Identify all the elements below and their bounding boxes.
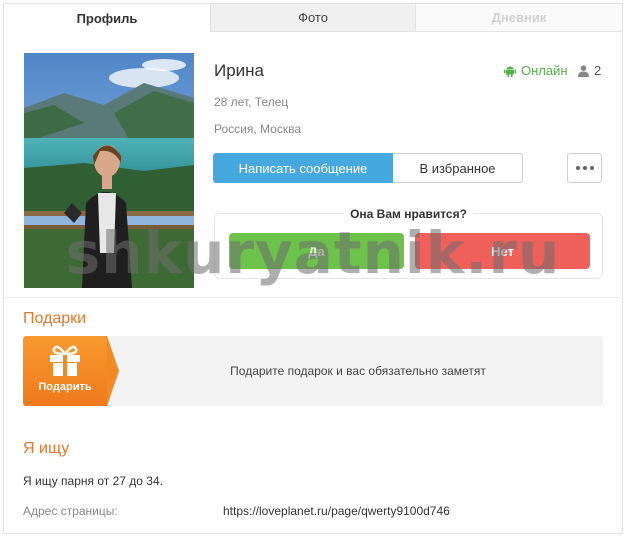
like-no-button[interactable]: Нет	[415, 233, 590, 269]
give-gift-button[interactable]: Подарить	[23, 336, 107, 406]
tab-bar: Профиль Фото Дневник	[4, 4, 622, 32]
looking-for-heading: Я ищу	[23, 440, 70, 457]
more-dots-icon	[575, 166, 594, 170]
like-widget: Она Вам нравится? Да Нет	[214, 207, 603, 279]
gift-icon	[50, 345, 80, 376]
tab-profile[interactable]: Профиль	[4, 4, 210, 32]
give-gift-label: Подарить	[38, 381, 92, 393]
tab-diary[interactable]: Дневник	[416, 4, 622, 32]
profile-age-sign: 28 лет, Телец	[214, 95, 289, 109]
person-icon	[578, 64, 589, 77]
profile-frame: Профиль Фото Дневник Ирина 28 лет, Телец…	[3, 3, 623, 534]
tab-photo[interactable]: Фото	[210, 4, 416, 32]
give-gift-arrow	[107, 336, 119, 406]
more-options-button[interactable]	[567, 153, 602, 183]
gifts-panel: Подарить Подарите подарок и вас обязател…	[23, 336, 603, 406]
likes-count: 2	[594, 63, 602, 78]
online-status-label: Онлайн	[521, 63, 568, 78]
gifts-heading: Подарки	[23, 310, 87, 327]
profile-location: Россия, Москва	[214, 122, 301, 136]
android-icon	[504, 66, 516, 77]
page-address-value[interactable]: https://loveplanet.ru/page/qwerty9100d74…	[223, 504, 450, 518]
profile-name: Ирина	[214, 61, 265, 80]
like-question: Она Вам нравится?	[344, 207, 473, 221]
gifts-hint: Подарите подарок и вас обязательно замет…	[230, 364, 486, 378]
like-yes-button[interactable]: Да	[229, 233, 404, 269]
looking-for-text: Я ищу парня от 27 до 34.	[23, 474, 163, 488]
section-divider	[4, 297, 622, 298]
profile-photo-image	[24, 53, 194, 288]
add-to-favorites-button[interactable]: В избранное	[393, 153, 523, 183]
write-message-button[interactable]: Написать сообщение	[213, 153, 393, 183]
page-address-label: Адрес страницы:	[23, 504, 118, 518]
likes-counter[interactable]: 2	[578, 63, 601, 78]
online-status: Онлайн	[504, 63, 568, 78]
profile-photo[interactable]	[24, 53, 194, 288]
